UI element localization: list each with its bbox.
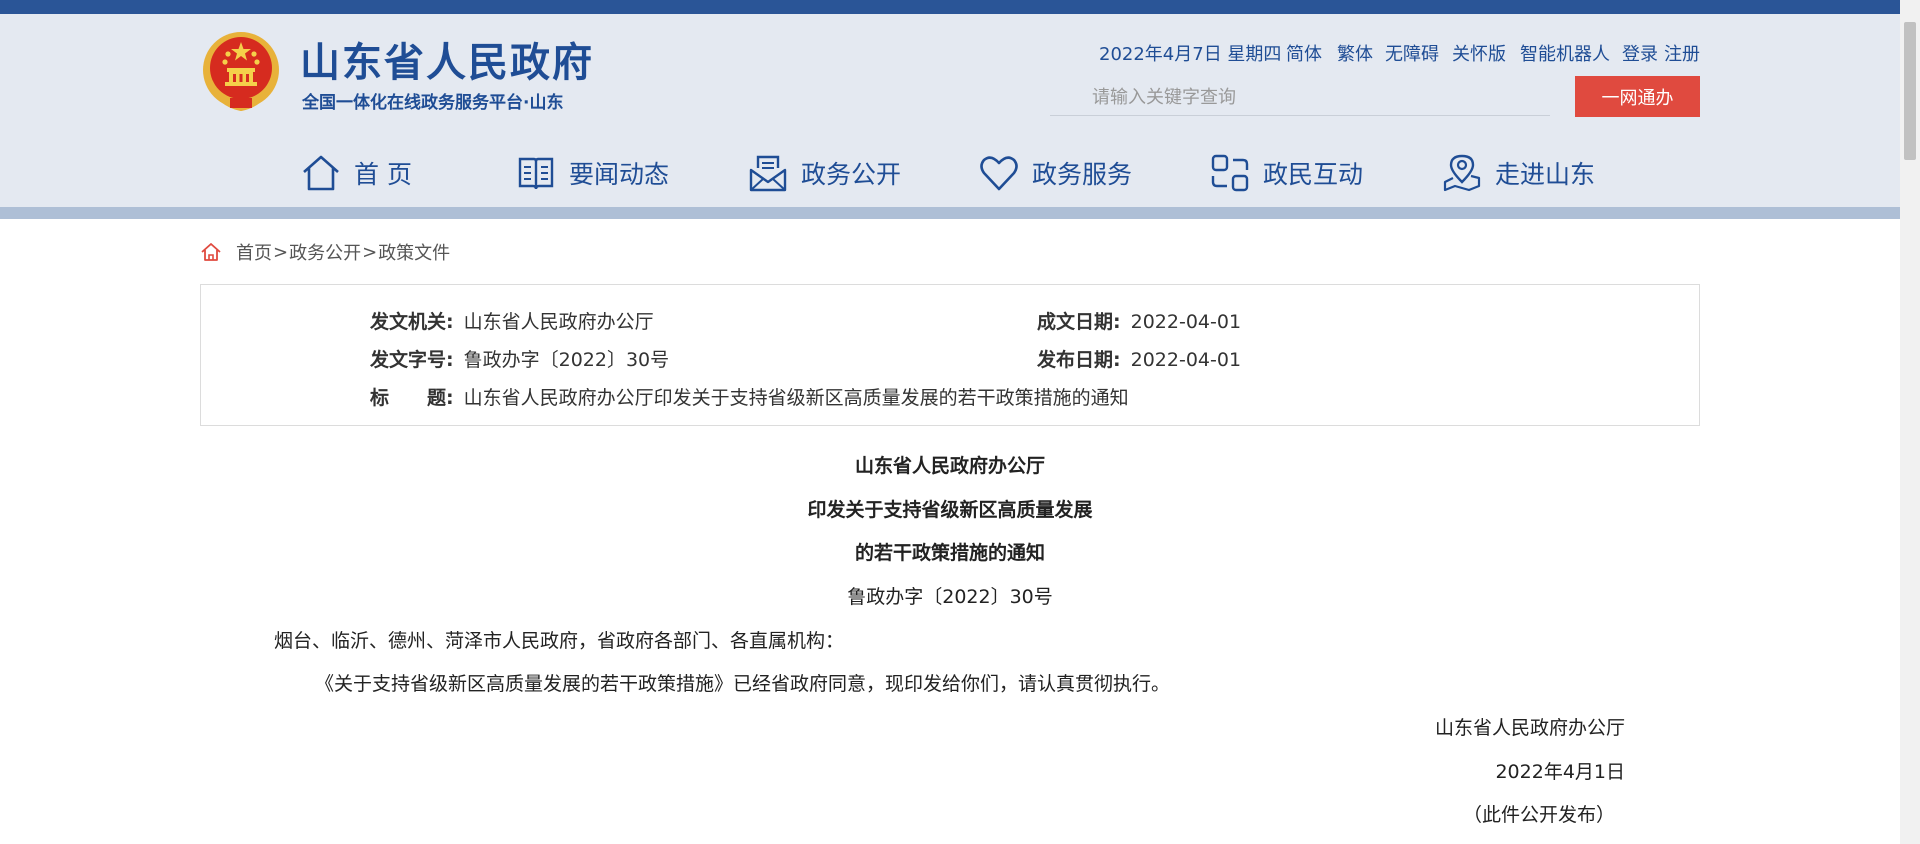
nav-public[interactable]: 政务公开 <box>747 148 901 198</box>
publish-date-row: 发布日期: 2022-04-01 <box>1037 345 1241 372</box>
date-written-value: 2022-04-01 <box>1130 311 1242 333</box>
login-link[interactable]: 登录 <box>1622 40 1658 66</box>
scrollbar-thumb[interactable] <box>1904 22 1916 160</box>
date-written-label: 成文日期: <box>1037 311 1121 333</box>
nav-home[interactable]: 首 页 <box>300 148 412 198</box>
body-paragraph: 《关于支持省级新区高质量发展的若干政策措施》已经省政府同意，现印发给你们，请认真… <box>315 673 1171 695</box>
title-value: 山东省人民政府办公厅印发关于支持省级新区高质量发展的若干政策措施的通知 <box>463 387 1129 409</box>
nav-news-label: 要闻动态 <box>569 160 670 189</box>
traditional-link[interactable]: 繁体 <box>1337 40 1373 66</box>
exchange-icon <box>1211 154 1249 192</box>
doc-number-label: 发文字号: <box>370 349 454 371</box>
nav-interact[interactable]: 政民互动 <box>1209 148 1363 198</box>
home-icon <box>201 243 221 261</box>
publish-date-label: 发布日期: <box>1037 349 1121 371</box>
nav-interact-label: 政民互动 <box>1263 160 1364 189</box>
publication-note: （此件公开发布） <box>1462 804 1615 826</box>
nav-about-label: 走进山东 <box>1495 160 1596 189</box>
date-written-row: 成文日期: 2022-04-01 <box>1037 307 1241 334</box>
top-color-bar <box>0 0 1900 14</box>
document-info-box: 发文机关: 山东省人民政府办公厅 成文日期: 2022-04-01 发文字号: 鲁政办… <box>200 284 1700 426</box>
document-title-line-3: 的若干政策措施的通知 <box>854 542 1045 564</box>
nav-home-label: 首 页 <box>354 160 412 189</box>
breadcrumb: 首页 > 政务公开 > 政策文件 <box>200 240 450 264</box>
nav-public-label: 政务公开 <box>801 160 902 189</box>
elderly-mode-link[interactable]: 关怀版 <box>1452 40 1506 66</box>
one-network-button[interactable]: 一网通办 <box>1575 76 1700 117</box>
robot-link[interactable]: 智能机器人 <box>1520 40 1610 66</box>
register-link[interactable]: 注册 <box>1664 40 1700 66</box>
signature: 山东省人民政府办公厅 <box>1434 717 1625 739</box>
title-label: 标 题: <box>370 387 454 409</box>
document-number: 鲁政办字〔2022〕30号 <box>847 586 1053 608</box>
issuer-value: 山东省人民政府办公厅 <box>463 311 654 333</box>
nav-about[interactable]: 走进山东 <box>1441 148 1595 198</box>
doc-number-value: 鲁政办字〔2022〕30号 <box>463 349 670 371</box>
breadcrumb-separator: > <box>362 241 378 263</box>
addressee: 烟台、临沂、德州、菏泽市人民政府，省政府各部门、各直属机构： <box>274 630 845 652</box>
simplified-link[interactable]: 简体 <box>1286 40 1322 66</box>
header-bottom-strip <box>0 207 1900 219</box>
sign-date: 2022年4月1日 <box>1495 761 1625 783</box>
document-title-line-2: 印发关于支持省级新区高质量发展 <box>807 499 1093 521</box>
site-subtitle: 全国一体化在线政务服务平台·山东 <box>302 93 564 113</box>
home-icon <box>303 155 339 191</box>
nav-service-label: 政务服务 <box>1032 160 1133 189</box>
mail-doc-icon <box>749 155 787 192</box>
breadcrumb-policy[interactable]: 政策文件 <box>378 239 450 265</box>
breadcrumb-separator: > <box>273 241 289 263</box>
top-links: 2022年4月7日 星期四 简体 繁体 无障碍 关怀版 智能机器人 登录 注册 <box>0 40 1920 66</box>
publish-date-value: 2022-04-01 <box>1130 349 1242 371</box>
main-nav: 首 页 要闻动态 政务公开 政务服务 政民互动 走进山东 <box>0 148 1900 198</box>
doc-number-row: 发文字号: 鲁政办字〔2022〕30号 <box>370 345 669 372</box>
breadcrumb-home[interactable]: 首页 <box>236 239 272 265</box>
nav-news[interactable]: 要闻动态 <box>515 148 669 198</box>
issuer-row: 发文机关: 山东省人民政府办公厅 <box>370 307 654 334</box>
current-date: 2022年4月7日 星期四 <box>1099 44 1282 65</box>
title-row: 标 题: 山东省人民政府办公厅印发关于支持省级新区高质量发展的若干政策措施的通知 <box>370 383 1129 410</box>
accessibility-link[interactable]: 无障碍 <box>1385 40 1439 66</box>
book-icon <box>518 157 554 190</box>
heart-icon <box>980 156 1018 191</box>
breadcrumb-public[interactable]: 政务公开 <box>289 239 361 265</box>
document-title-line-1: 山东省人民政府办公厅 <box>854 455 1045 477</box>
search-input[interactable] <box>1050 80 1550 116</box>
nav-service[interactable]: 政务服务 <box>978 148 1132 198</box>
location-pin-icon <box>1443 154 1481 192</box>
issuer-label: 发文机关: <box>370 311 454 333</box>
